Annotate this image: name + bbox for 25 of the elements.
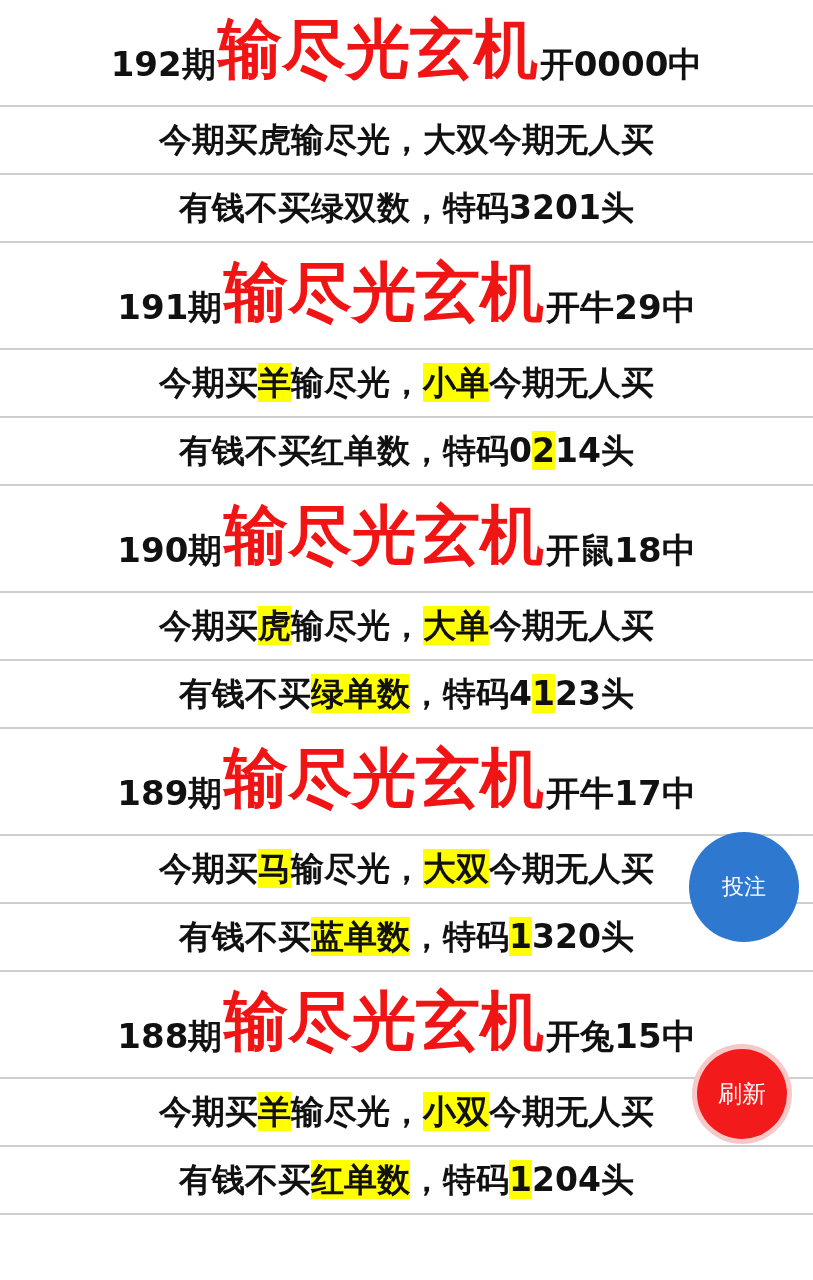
tip-line: 有钱不买绿单数，特码4123头 (179, 672, 634, 715)
tip-line: 今期买羊输尽光，小双今期无人买 (159, 1090, 654, 1133)
issue-number: 189期 (117, 776, 223, 810)
tip-line: 今期买马输尽光，大双今期无人买 (159, 847, 654, 890)
draw-result: 开0000中 (539, 47, 703, 81)
headline: 输尽光玄机 (224, 989, 545, 1053)
bet-button[interactable]: 投注 (689, 832, 799, 942)
tip-line: 今期买虎输尽光，大单今期无人买 (159, 604, 654, 647)
tip-line: 有钱不买红单数，特码1204头 (179, 1158, 634, 1201)
draw-result: 开兔15中 (546, 1019, 696, 1053)
draw-result: 开牛29中 (546, 290, 696, 324)
draw-result: 开鼠18中 (546, 533, 696, 567)
tip-line: 今期买羊输尽光，小单今期无人买 (159, 361, 654, 404)
headline: 输尽光玄机 (224, 260, 545, 324)
tip-line: 有钱不买绿双数，特码3201头 (179, 186, 634, 229)
tip-line: 今期买虎输尽光，大双今期无人买 (159, 118, 654, 161)
headline: 输尽光玄机 (217, 17, 538, 81)
issue-number: 188期 (117, 1019, 223, 1053)
draw-result: 开牛17中 (546, 776, 696, 810)
issue-number: 192期 (110, 47, 216, 81)
issue-number: 190期 (117, 533, 223, 567)
headline: 输尽光玄机 (224, 746, 545, 810)
tip-line: 有钱不买红单数，特码0214头 (179, 429, 634, 472)
issue-number: 191期 (117, 290, 223, 324)
headline: 输尽光玄机 (224, 503, 545, 567)
